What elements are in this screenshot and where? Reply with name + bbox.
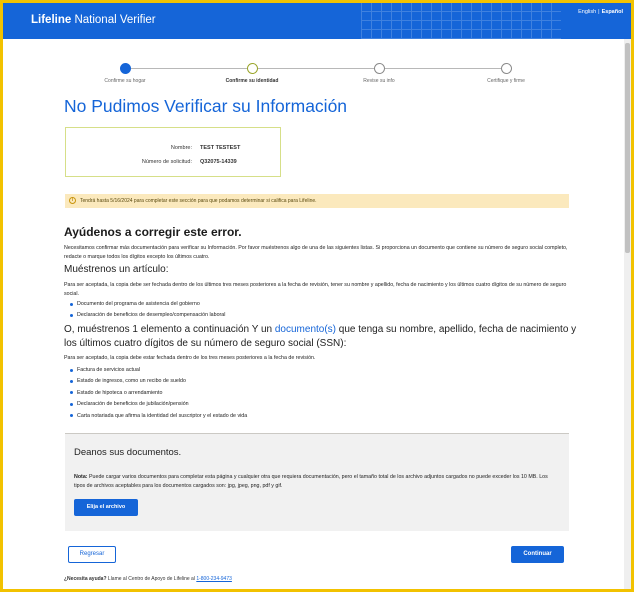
step-pending-icon [373,63,385,74]
page-scrollbar[interactable] [624,39,631,589]
document-list-one: Documento del programa de asistencia del… [70,300,225,323]
support-phone-link[interactable]: 1-800-234-9473 [196,576,232,582]
language-switcher: English | Español [578,9,623,15]
header-decoration [361,3,561,39]
show-two-heading: O, muéstrenos 1 elemento a continuación … [64,324,577,349]
applicant-info-box: Nombre: TEST TESTEST Número de solicitud… [65,127,281,177]
alert-text: Tendrá hasta 5/16/2024 para completar es… [80,198,317,204]
info-icon: i [69,197,76,204]
show-two-requirements: Para ser aceptado, la copia debe estar f… [64,355,316,361]
continue-button[interactable]: Continuar [511,546,564,563]
step-confirm-identity: Confirme su identidad [212,63,292,84]
page-title: No Pudimos Verificar su Información [64,96,348,116]
help-intro: Necesitamos confirmar más documentación … [64,245,568,260]
app-logo[interactable]: Lifeline National Verifier [31,14,156,26]
step-current-icon [246,63,258,74]
list-item: Estado de ingresos, como un recibo de su… [70,377,247,388]
show-one-heading: Muéstrenos un artículo: [64,264,169,275]
step-confirm-household: Confirme su hogar [85,63,165,84]
footer-help: ¿Necesita ayuda? Llame al Centro de Apoy… [64,576,232,582]
upload-panel: Deanos sus documentos. Nota: Puede carga… [65,433,569,531]
documents-link[interactable]: documento(s) [275,324,336,335]
step-certify-sign: Certifique y firme [466,63,546,84]
deadline-alert: i Tendrá hasta 5/16/2024 para completar … [65,194,569,208]
progress-stepper: Confirme su hogar Confirme su identidad … [95,63,535,93]
show-one-requirements: Para ser aceptada, la copia debe ser fec… [64,282,567,297]
list-item: Estado de hipoteca o arrendamiento [70,389,247,400]
back-button[interactable]: Regresar [68,546,116,563]
scrollbar-thumb[interactable] [625,43,630,253]
list-item: Declaración de beneficios de jubilación/… [70,400,247,411]
application-number-label: Número de solicitud: [141,159,192,165]
upload-note: Nota: Puede cargar varios documentos par… [74,474,548,489]
list-item: Factura de servicios actual [70,366,247,377]
name-label: Nombre: [170,145,192,151]
step-pending-icon [500,63,512,74]
name-value: TEST TESTEST [200,145,241,151]
document-list-two: Factura de servicios actual Estado de in… [70,366,247,423]
help-heading: Ayúdenos a corregir este error. [64,225,242,239]
step-done-icon [119,63,131,74]
list-item: Declaración de beneficios de desempleo/c… [70,311,225,322]
step-review-info: Revise su info [339,63,419,84]
list-item: Carta notariada que afirma la identidad … [70,412,247,423]
application-number-value: Q32075-14339 [200,159,237,165]
stepper-line [125,68,505,69]
lang-spanish-link[interactable]: Español [602,9,623,15]
screenshot-frame: Lifeline National Verifier English | Españ… [0,0,634,592]
top-header: Lifeline National Verifier English | Españ… [3,3,631,39]
upload-heading: Deanos sus documentos. [74,447,182,458]
choose-file-button[interactable]: Elija el archivo [74,499,138,516]
lang-english-link[interactable]: English [578,9,596,15]
list-item: Documento del programa de asistencia del… [70,300,225,311]
